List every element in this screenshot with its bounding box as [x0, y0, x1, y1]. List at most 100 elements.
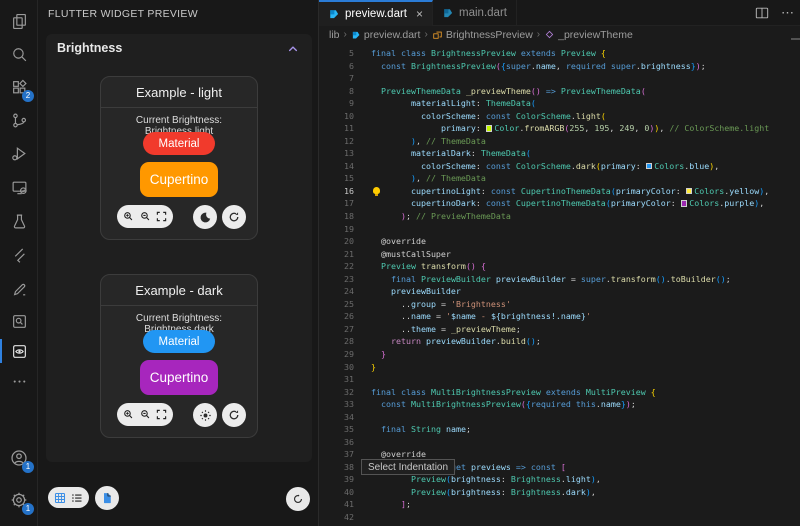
activity-item-device-preview[interactable] — [0, 172, 38, 202]
fullscreen-icon[interactable] — [156, 409, 167, 420]
code-line[interactable]: 28 return previewBuilder.build(); — [319, 335, 800, 348]
code-line[interactable]: 23 final PreviewBuilder previewBuilder =… — [319, 273, 800, 286]
code-line[interactable]: 35 final String name; — [319, 423, 800, 436]
line-number: 26 — [319, 310, 371, 323]
breadcrumb-class[interactable]: BrightnessPreview — [432, 29, 533, 41]
filter-by-file-button[interactable] — [95, 486, 119, 510]
close-icon[interactable]: × — [416, 9, 423, 19]
zoom-out-icon[interactable] — [140, 211, 151, 222]
light-mode-toggle-button[interactable] — [193, 403, 217, 427]
activity-item-search[interactable] — [0, 39, 38, 69]
refresh-button[interactable] — [222, 205, 246, 229]
dart-file-icon — [442, 7, 454, 19]
code-line[interactable]: 33 const MultiBrightnessPreview({require… — [319, 398, 800, 411]
code-line[interactable]: 15 ), // ThemeData — [319, 172, 800, 185]
line-number: 39 — [319, 473, 371, 486]
breadcrumb-method[interactable]: _previewTheme — [544, 29, 633, 41]
zoom-controls — [117, 205, 173, 228]
dark-mode-toggle-button[interactable] — [193, 205, 217, 229]
activity-item-widget-preview[interactable] — [0, 336, 38, 366]
activity-item-source-control[interactable] — [0, 105, 38, 135]
color-swatch[interactable] — [486, 125, 493, 132]
code-line[interactable]: 5final class BrightnessPreview extends P… — [319, 47, 800, 60]
split-editor-icon[interactable] — [755, 6, 769, 20]
code-line[interactable]: 9 materialLight: ThemeData( — [319, 97, 800, 110]
more-actions-icon[interactable]: ⋯ — [781, 8, 794, 18]
cupertino-button[interactable]: Cupertino — [140, 360, 218, 395]
code-line[interactable]: 32final class MultiBrightnessPreview ext… — [319, 386, 800, 399]
code-line[interactable]: 16 cupertinoLight: const CupertinoThemeD… — [319, 185, 800, 198]
code-line[interactable]: 27 ..theme = _previewTheme; — [319, 323, 800, 336]
activity-item-flutter[interactable] — [0, 240, 38, 270]
code-area[interactable]: 5final class BrightnessPreview extends P… — [319, 47, 800, 526]
code-line[interactable]: 39 Preview(brightness: Brightness.light)… — [319, 473, 800, 486]
zoom-out-icon[interactable] — [140, 409, 151, 420]
flutter-icon — [11, 247, 28, 264]
code-line[interactable]: 20 @override — [319, 235, 800, 248]
code-line[interactable]: 41 ]; — [319, 498, 800, 511]
code-line[interactable]: 25 ..group = 'Brightness' — [319, 298, 800, 311]
code-line[interactable]: 10 colorScheme: const ColorScheme.light( — [319, 110, 800, 123]
code-line[interactable]: 40 Preview(brightness: Brightness.dark), — [319, 486, 800, 499]
activity-item-extensions[interactable]: 2 — [0, 72, 38, 102]
code-line[interactable]: 30} — [319, 361, 800, 374]
code-text: ), // ThemeData — [371, 172, 486, 185]
fullscreen-icon[interactable] — [156, 211, 167, 222]
code-line[interactable]: 26 ..name = '$name - ${brightness!.name}… — [319, 310, 800, 323]
code-line[interactable]: 13 materialDark: ThemeData( — [319, 147, 800, 160]
code-line[interactable]: 22 Preview transform() { — [319, 260, 800, 273]
activity-item-run-debug[interactable] — [0, 138, 38, 168]
code-line[interactable]: 31 — [319, 373, 800, 386]
code-line[interactable]: 14 colorScheme: const ColorScheme.dark(p… — [319, 160, 800, 173]
list-view-icon[interactable] — [71, 492, 83, 504]
code-line[interactable]: 18 ); // PreviewThemeData — [319, 210, 800, 223]
tab-main-dart[interactable]: main.dart — [433, 0, 517, 26]
code-line[interactable]: 12 ), // ThemeData — [319, 135, 800, 148]
breadcrumb-folder[interactable]: lib — [329, 29, 340, 41]
activity-item-accounts[interactable]: 1 — [0, 443, 38, 473]
code-line[interactable]: 36 — [319, 436, 800, 449]
tab-preview-dart[interactable]: preview.dart × — [319, 0, 433, 26]
class-symbol-icon — [432, 29, 443, 40]
code-line[interactable]: 34 — [319, 411, 800, 424]
breadcrumb-file[interactable]: preview.dart — [351, 29, 421, 41]
line-number: 10 — [319, 110, 371, 123]
color-swatch[interactable] — [686, 188, 693, 195]
chevron-up-icon[interactable] — [287, 43, 299, 55]
brightness-section-header[interactable]: Brightness — [46, 34, 312, 62]
code-line[interactable]: 42 — [319, 511, 800, 524]
activity-item-explorer[interactable] — [0, 6, 38, 36]
code-line[interactable]: 19 — [319, 223, 800, 236]
code-line[interactable]: 11 primary: Color.fromARGB(255, 195, 249… — [319, 122, 800, 135]
flutter-widget-preview-panel: FLUTTER WIDGET PREVIEW Brightness Exampl… — [38, 0, 318, 526]
code-line[interactable]: 8 PreviewThemeData _previewTheme() => Pr… — [319, 85, 800, 98]
code-line[interactable]: 6 const BrightnessPreview({super.name, r… — [319, 60, 800, 73]
code-line[interactable]: 17 cupertinoDark: const CupertinoThemeDa… — [319, 197, 800, 210]
color-swatch[interactable] — [646, 163, 653, 170]
method-symbol-icon — [544, 29, 555, 40]
color-swatch[interactable] — [681, 200, 688, 207]
code-line[interactable]: 29 } — [319, 348, 800, 361]
activity-item-testing[interactable] — [0, 206, 38, 236]
brightness-section: Brightness Example - light Current Brigh… — [46, 34, 312, 462]
code-line[interactable]: 21 @mustCallSuper — [319, 248, 800, 261]
activity-item-edit-tools[interactable] — [0, 274, 38, 304]
grid-view-icon[interactable] — [54, 492, 66, 504]
restart-preview-button[interactable] — [286, 487, 310, 511]
activity-item-inspector[interactable] — [0, 306, 38, 336]
code-line[interactable]: 7 — [319, 72, 800, 85]
cupertino-button[interactable]: Cupertino — [140, 162, 218, 197]
refresh-button[interactable] — [222, 403, 246, 427]
code-line[interactable]: 24 previewBuilder — [319, 285, 800, 298]
material-button[interactable]: Material — [143, 132, 215, 155]
scrollbar-mark[interactable] — [791, 38, 800, 40]
material-button[interactable]: Material — [143, 330, 215, 353]
zoom-in-icon[interactable] — [123, 409, 134, 420]
section-title: Brightness — [57, 41, 122, 55]
line-number: 19 — [319, 223, 371, 236]
activity-item-settings[interactable]: 1 — [0, 485, 38, 515]
code-text: ]; — [371, 498, 411, 511]
activity-item-more[interactable] — [0, 366, 38, 396]
zoom-in-icon[interactable] — [123, 211, 134, 222]
lightbulb-icon[interactable] — [373, 187, 380, 194]
